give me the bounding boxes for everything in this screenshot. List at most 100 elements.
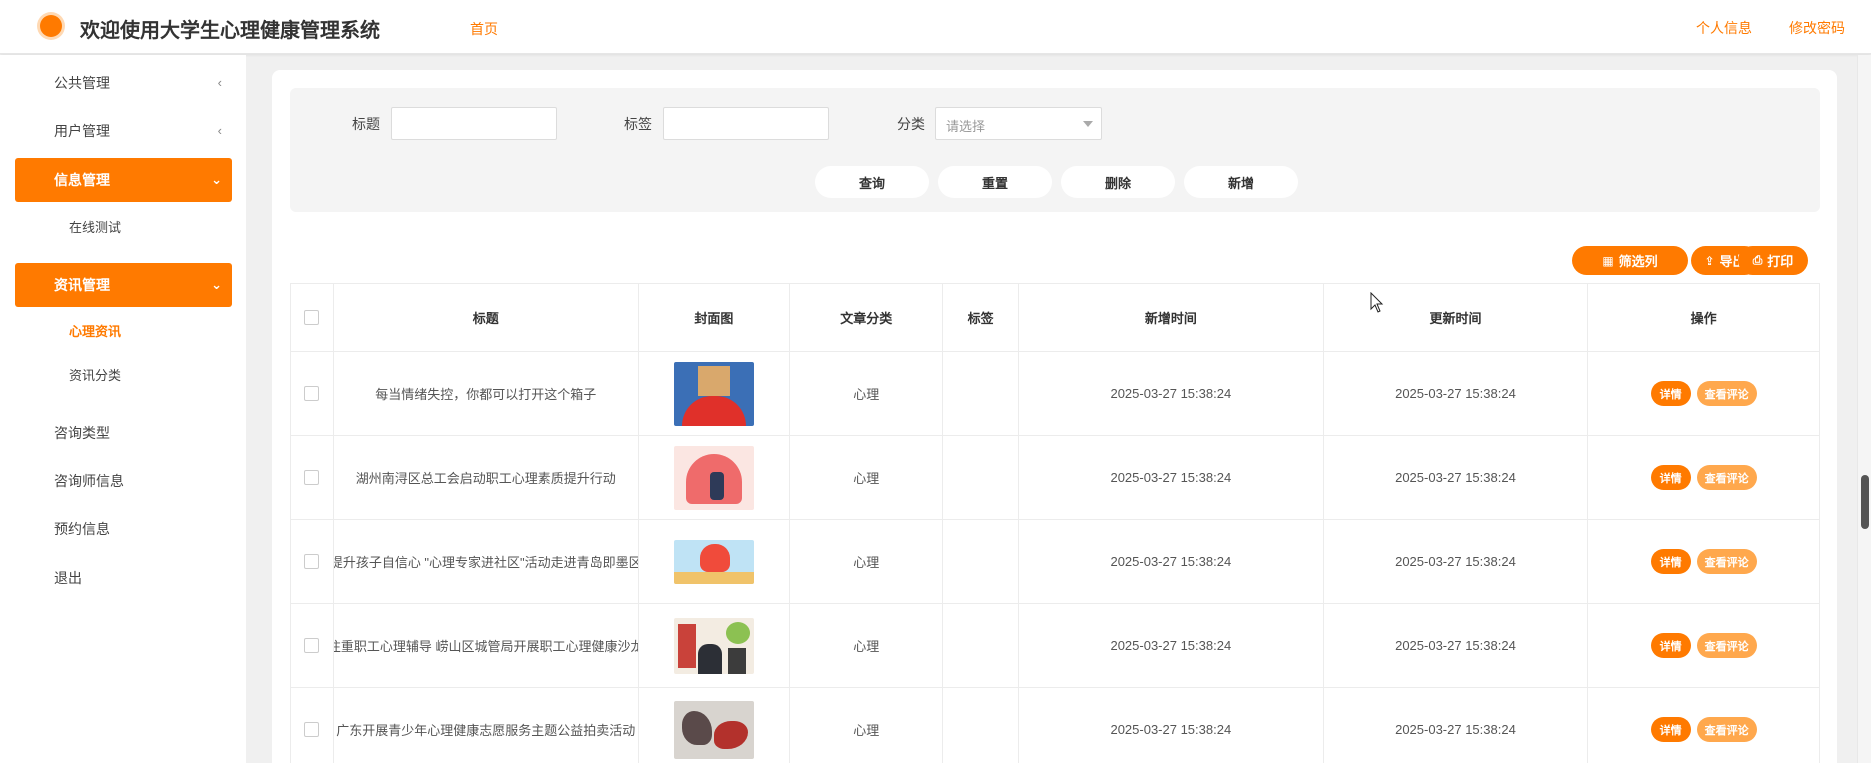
row-checkbox[interactable] xyxy=(304,386,320,401)
printer-icon: ⎙ xyxy=(1752,253,1763,267)
row-title: 广东开展青少年心理健康志愿服务主题公益拍卖活动 xyxy=(334,688,639,763)
sidebar-item-label: 资讯管理 xyxy=(54,277,110,293)
sidebar-item-label: 信息管理 xyxy=(54,172,110,188)
sidebar-sub-online-test[interactable]: 在线测试 xyxy=(69,217,121,236)
row-tag xyxy=(943,688,1020,763)
row-tag xyxy=(943,520,1020,603)
columns-icon: ▦ xyxy=(1602,253,1614,268)
logo-icon xyxy=(40,15,62,37)
row-actions: 详情 查看评论 xyxy=(1588,604,1819,687)
chevron-left-icon: ‹ xyxy=(217,75,222,90)
delete-button[interactable]: 删除 xyxy=(1061,166,1175,198)
print-button[interactable]: ⎙ 打印 xyxy=(1738,246,1808,275)
row-checkbox[interactable] xyxy=(304,470,320,485)
cover-image[interactable] xyxy=(673,700,754,759)
row-cover-cell xyxy=(639,352,791,435)
sidebar-item-consult-type[interactable]: 咨询类型 xyxy=(15,411,232,455)
header-actions: 操作 xyxy=(1690,311,1717,326)
caret-down-icon xyxy=(1083,121,1093,127)
select-all-checkbox[interactable] xyxy=(304,310,320,325)
reset-button[interactable]: 重置 xyxy=(938,166,1052,198)
row-title: 注重职工心理辅导 崂山区城管局开展职工心理健康沙龙 xyxy=(334,604,639,687)
cover-image[interactable] xyxy=(673,361,754,426)
row-checkbox[interactable] xyxy=(304,638,320,653)
row-select-cell xyxy=(291,604,334,687)
detail-button[interactable]: 详情 xyxy=(1650,717,1691,742)
sidebar-item-counselors[interactable]: 咨询师信息 xyxy=(15,459,232,503)
title-filter-input[interactable] xyxy=(391,107,557,140)
chevron-down-icon: ⌄ xyxy=(211,277,222,292)
row-created: 2025-03-27 15:38:24 xyxy=(1019,604,1324,687)
title-filter-label: 标题 xyxy=(352,116,380,132)
cover-image[interactable] xyxy=(673,539,754,584)
change-password-link[interactable]: 修改密码 xyxy=(1789,18,1845,38)
tag-filter-input[interactable] xyxy=(663,107,829,140)
row-tag xyxy=(943,436,1020,519)
mouse-cursor-icon xyxy=(1370,292,1384,313)
row-select-cell xyxy=(291,436,334,519)
profile-link[interactable]: 个人信息 xyxy=(1696,18,1752,38)
row-updated: 2025-03-27 15:38:24 xyxy=(1324,436,1589,519)
sidebar-item-info[interactable]: 信息管理 ⌄ xyxy=(15,158,232,202)
row-select-cell xyxy=(291,688,334,763)
view-comments-button[interactable]: 查看评论 xyxy=(1696,633,1757,658)
row-checkbox[interactable] xyxy=(304,722,320,737)
row-cover-cell xyxy=(639,520,791,603)
sidebar-item-news[interactable]: 资讯管理 ⌄ xyxy=(15,263,232,307)
view-comments-button[interactable]: 查看评论 xyxy=(1696,717,1757,742)
scrollbar-thumb[interactable] xyxy=(1861,475,1869,529)
table-row: 注重职工心理辅导 崂山区城管局开展职工心理健康沙龙 心理 2025-03-27 … xyxy=(291,604,1819,688)
tag-filter-label: 标签 xyxy=(624,116,652,132)
row-updated: 2025-03-27 15:38:24 xyxy=(1324,688,1589,763)
nav-home-link[interactable]: 首页 xyxy=(470,19,498,39)
view-comments-button[interactable]: 查看评论 xyxy=(1696,381,1757,406)
sidebar-sub-news-category[interactable]: 资讯分类 xyxy=(69,365,121,384)
table-row: 广东开展青少年心理健康志愿服务主题公益拍卖活动 心理 2025-03-27 15… xyxy=(291,688,1819,763)
row-cover-cell xyxy=(639,436,791,519)
row-checkbox[interactable] xyxy=(304,554,320,569)
table-row: 每当情绪失控，你都可以打开这个箱子 心理 2025-03-27 15:38:24… xyxy=(291,352,1819,436)
row-category: 心理 xyxy=(790,436,944,519)
detail-button[interactable]: 详情 xyxy=(1650,633,1691,658)
main-panel: 标题 标签 分类 请选择 查询 重置 删除 新增 ▦ 筛选列 ⇪ 导出 ⎙ 打印… xyxy=(272,70,1837,763)
sidebar-sub-psych-news[interactable]: 心理资讯 xyxy=(69,321,121,340)
chevron-down-icon: ⌄ xyxy=(211,172,222,187)
header-category: 文章分类 xyxy=(790,284,944,351)
view-comments-button[interactable]: 查看评论 xyxy=(1696,465,1757,490)
view-comments-button[interactable]: 查看评论 xyxy=(1696,549,1757,574)
detail-button[interactable]: 详情 xyxy=(1650,381,1691,406)
sidebar-item-label: 咨询师信息 xyxy=(54,473,124,489)
add-button[interactable]: 新增 xyxy=(1184,166,1298,198)
category-filter-select[interactable]: 请选择 xyxy=(935,107,1102,140)
row-created: 2025-03-27 15:38:24 xyxy=(1019,352,1324,435)
vertical-scrollbar[interactable] xyxy=(1857,55,1871,763)
row-tag xyxy=(943,352,1020,435)
row-category: 心理 xyxy=(790,520,944,603)
sidebar-item-users[interactable]: 用户管理 ‹ xyxy=(15,109,232,153)
cover-image[interactable] xyxy=(673,445,754,510)
detail-button[interactable]: 详情 xyxy=(1650,549,1691,574)
row-title: 提升孩子自信心 "心理专家进社区"活动走进青岛即墨区 xyxy=(334,520,639,603)
header-select-cell xyxy=(291,284,334,351)
detail-button[interactable]: 详情 xyxy=(1650,465,1691,490)
row-category: 心理 xyxy=(790,352,944,435)
cover-image[interactable] xyxy=(673,617,754,674)
sidebar-item-logout[interactable]: 退出 xyxy=(15,556,232,600)
query-button[interactable]: 查询 xyxy=(815,166,929,198)
filter-columns-button[interactable]: ▦ 筛选列 xyxy=(1572,246,1688,275)
header-title: 标题 xyxy=(334,284,639,351)
table-header-row: 标题 封面图 文章分类 标签 新增时间 更新时间 操作 xyxy=(291,284,1819,352)
category-filter-label: 分类 xyxy=(897,116,925,132)
category-select-placeholder: 请选择 xyxy=(946,119,986,134)
row-cover-cell xyxy=(639,688,791,763)
row-updated: 2025-03-27 15:38:24 xyxy=(1324,520,1589,603)
row-title: 湖州南浔区总工会启动职工心理素质提升行动 xyxy=(334,436,639,519)
sidebar-item-public[interactable]: 公共管理 ‹ xyxy=(15,61,232,105)
table-row: 湖州南浔区总工会启动职工心理素质提升行动 心理 2025-03-27 15:38… xyxy=(291,436,1819,520)
row-updated: 2025-03-27 15:38:24 xyxy=(1324,604,1589,687)
sidebar-item-appointments[interactable]: 预约信息 xyxy=(15,507,232,551)
row-actions: 详情 查看评论 xyxy=(1588,520,1819,603)
sidebar-item-label: 咨询类型 xyxy=(54,425,110,441)
row-updated: 2025-03-27 15:38:24 xyxy=(1324,352,1589,435)
row-created: 2025-03-27 15:38:24 xyxy=(1019,520,1324,603)
